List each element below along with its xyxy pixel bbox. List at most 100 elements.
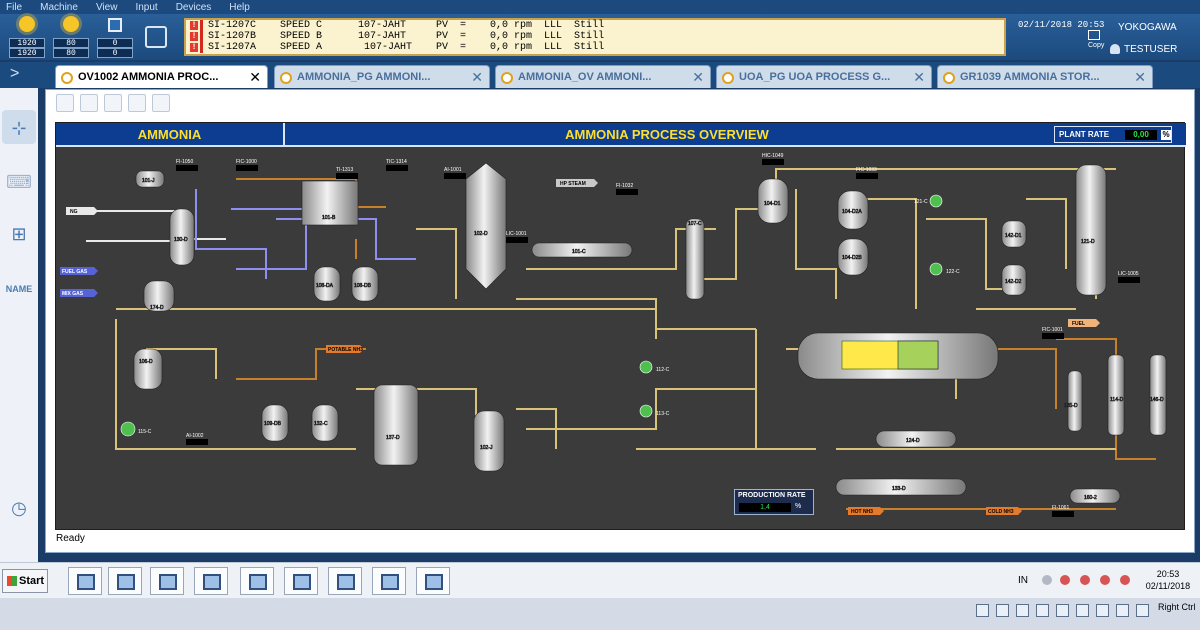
close-icon[interactable]: ✕ [692, 69, 704, 86]
tag-tic-1314[interactable]: TIC-1314 [386, 159, 408, 171]
tray-arrow-icon[interactable] [1042, 575, 1052, 585]
vm-disk-icon[interactable] [976, 604, 989, 617]
chevron-right-icon[interactable]: > [10, 65, 19, 83]
link-icon[interactable] [128, 94, 146, 112]
tag-fi-1061[interactable]: FI-1061 [1052, 505, 1074, 517]
column-107-c[interactable]: 107-C [685, 218, 705, 300]
vessel-104-d1[interactable]: 104-D1 [757, 178, 789, 224]
message-icon[interactable] [145, 26, 167, 48]
tag-fic-1001[interactable]: FIC-1001 [1042, 327, 1064, 339]
vessel-128-d[interactable]: 124-D [875, 430, 957, 448]
tab-ammonia-pg[interactable]: AMMONIA_PG AMMONI... ✕ [274, 65, 490, 88]
taskbar-app-1[interactable] [68, 567, 102, 595]
taskbar-app-8[interactable] [372, 567, 406, 595]
tab-ammonia-ov[interactable]: AMMONIA_OV AMMONI... ✕ [495, 65, 711, 88]
name-input-button[interactable]: NAME [0, 284, 38, 294]
tag-lic-1005[interactable]: LIC-1005 [1118, 271, 1140, 283]
tag-fi-1032[interactable]: FI-1032 [616, 183, 638, 195]
menu-machine[interactable]: Machine [40, 2, 78, 13]
alarm-row[interactable]: ! SI-1207A SPEED A 107-JAHT PV = 0,0 rpm … [186, 42, 1004, 53]
operator-guide-status[interactable]: 0 0 [94, 16, 136, 58]
process-alarm-status[interactable]: 1920 1920 [6, 16, 48, 58]
copy-icon[interactable] [1088, 30, 1100, 40]
vessel-109-db[interactable]: 132-C [311, 404, 339, 442]
tray-date[interactable]: 02/11/2018 [1140, 581, 1196, 591]
vessel-142-d2[interactable]: 142-D2 [1001, 264, 1027, 296]
exchanger-122-c[interactable]: 122-C [929, 262, 960, 276]
tray-flag-icon[interactable] [1080, 575, 1090, 585]
vm-recording-icon[interactable] [1116, 604, 1129, 617]
menu-input[interactable]: Input [135, 2, 157, 13]
taskbar-app-9[interactable] [416, 567, 450, 595]
taskbar-app-2[interactable] [108, 567, 142, 595]
exchanger-101-c[interactable]: 101-C [531, 242, 633, 258]
tag-lic-1001[interactable]: LIC-1001 [506, 231, 528, 243]
vessel-174-d[interactable]: 174-D [143, 280, 175, 312]
check-icon[interactable] [80, 94, 98, 112]
vm-cpu-icon[interactable] [1136, 604, 1149, 617]
tag-fi-1050[interactable]: FI-1050 [176, 159, 198, 171]
vm-network-icon[interactable] [1036, 604, 1049, 617]
close-icon[interactable]: ✕ [1134, 69, 1146, 86]
tab-uoa-pg[interactable]: UOA_PG UOA PROCESS G... ✕ [716, 65, 932, 88]
vm-usb-icon[interactable] [1056, 604, 1069, 617]
taskbar-app-4[interactable] [194, 567, 228, 595]
tab-gr1039[interactable]: GR1039 AMMONIA STOR... ✕ [937, 65, 1153, 88]
vm-display-icon[interactable] [1096, 604, 1109, 617]
vessel-135-d[interactable]: 146-D [1149, 354, 1167, 436]
grid-icon[interactable]: ⊞ [0, 224, 38, 245]
close-icon[interactable]: ✕ [471, 69, 483, 86]
tray-volume-icon[interactable] [1100, 575, 1110, 585]
exchanger-112-c[interactable]: 113-C [639, 404, 670, 418]
taskbar-app-7[interactable] [328, 567, 362, 595]
exchanger-121-c[interactable]: 121-C [914, 194, 943, 208]
tag-hic-1049[interactable]: HIC-1049 [762, 153, 784, 165]
vessel-104-d2b[interactable]: 104-D2B [837, 238, 869, 276]
tab-ov1002[interactable]: OV1002 AMMONIA PROC... ✕ [55, 65, 268, 88]
vessel-109-da[interactable]: 109-DB [261, 404, 289, 442]
vessel-142-d1[interactable]: 142-D1 [1001, 220, 1027, 248]
converter-interior[interactable] [797, 332, 999, 380]
exchanger-111-c[interactable]: 112-C [639, 360, 670, 374]
vm-audio-icon[interactable] [1016, 604, 1029, 617]
tag-ai-1001[interactable]: AI-1001 [444, 167, 466, 179]
menu-file[interactable]: File [6, 2, 22, 13]
vessel-130-d[interactable]: 130-D [169, 208, 195, 266]
close-icon[interactable]: ✕ [249, 69, 261, 86]
keyboard-icon[interactable]: ⌨ [0, 172, 38, 193]
reformer-101-b[interactable]: 101-B [301, 180, 359, 226]
vessel-101-j[interactable]: 101-J [135, 170, 165, 188]
vessel-137-d[interactable]: 102-J [473, 410, 505, 472]
tag-ti-1313[interactable]: TI-1313 [336, 167, 358, 179]
menu-devices[interactable]: Devices [176, 2, 212, 13]
history-icon[interactable]: ◷ [0, 498, 38, 519]
vessel-133-d[interactable]: 114-D [1107, 354, 1125, 436]
alarm-list[interactable]: ! SI-1207C SPEED C 107-JAHT PV = 0,0 rpm … [184, 18, 1006, 56]
vm-optical-icon[interactable] [996, 604, 1009, 617]
tag-ai-1002[interactable]: AI-1002 [186, 433, 208, 445]
exchanger-114-c[interactable]: 115-C [120, 421, 152, 437]
taskbar-app-6[interactable] [284, 567, 318, 595]
taskbar-app-5[interactable] [240, 567, 274, 595]
menu-help[interactable]: Help [229, 2, 250, 13]
vessel-106-d[interactable]: 106-D [133, 348, 163, 390]
tag-fic-1000[interactable]: FIC-1000 [236, 159, 258, 171]
plant-rate-value[interactable]: 0,00 [1125, 130, 1157, 140]
production-rate-value[interactable]: 1,4 [739, 503, 791, 512]
alarm-row[interactable]: ! SI-1207B SPEED B 107-JAHT PV = 0,0 rpm … [186, 31, 1004, 42]
language-indicator[interactable]: IN [1018, 575, 1028, 586]
vessel-108-db[interactable]: 108-DB [351, 266, 379, 302]
taskbar-app-3[interactable] [150, 567, 184, 595]
vessel-146-d[interactable]: 160-2 [1069, 488, 1121, 504]
menu-view[interactable]: View [96, 2, 118, 13]
user-name[interactable]: TESTUSER [1124, 44, 1177, 55]
vessel-124-d[interactable]: 135-D [1064, 370, 1083, 432]
vessel-104-d2a[interactable]: 104-D2A [837, 190, 869, 230]
tag-fic-1033[interactable]: FIC-1033 [856, 167, 878, 179]
tray-network-icon[interactable] [1060, 575, 1070, 585]
start-button[interactable]: Start [2, 569, 48, 593]
tray-clock[interactable]: 20:53 [1140, 569, 1196, 580]
vessel-116-d[interactable]: 133-D [835, 478, 967, 496]
vessel-108-da[interactable]: 108-DA [313, 266, 341, 302]
alarm-row[interactable]: ! SI-1207C SPEED C 107-JAHT PV = 0,0 rpm … [186, 20, 1004, 31]
